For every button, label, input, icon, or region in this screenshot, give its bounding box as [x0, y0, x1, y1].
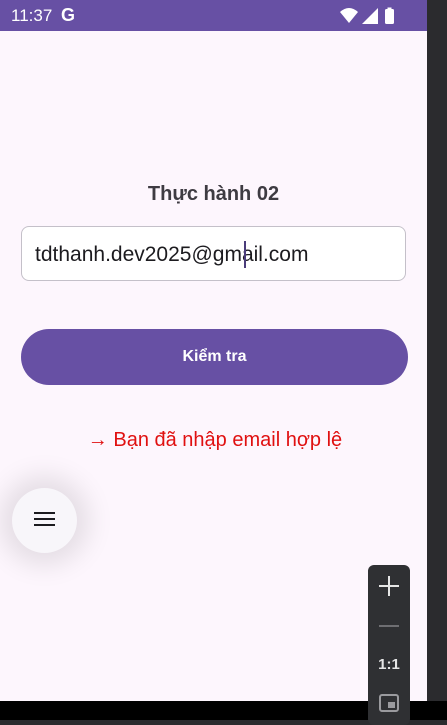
wifi-icon [340, 8, 358, 23]
page-title: Thực hành 02 [147, 183, 280, 205]
google-g-icon: G [61, 5, 76, 25]
validation-result-text: → Bạn đã nhập email hợp lệ [87, 429, 343, 451]
fit-screen-icon[interactable] [379, 694, 399, 714]
status-icons [340, 7, 394, 24]
emulator-gutter [427, 0, 447, 720]
text-cursor [244, 241, 246, 268]
plus-icon[interactable] [378, 575, 400, 597]
email-input[interactable]: tdthanh.dev2025@gmail.com [21, 226, 406, 281]
zoom-controls: 1:1 [368, 565, 410, 725]
minus-icon[interactable] [378, 615, 400, 637]
app-screen: 11:37 G Thực hành 02 tdthanh.dev2025@gma… [0, 0, 427, 701]
menu-icon [34, 512, 55, 526]
status-time: 11:37 [11, 6, 53, 25]
battery-icon [385, 9, 394, 24]
status-bar: 11:37 G [0, 0, 427, 31]
check-button[interactable]: Kiểm tra [21, 329, 408, 385]
menu-fab-button[interactable] [12, 488, 77, 553]
zoom-ratio-button[interactable]: 1:1 [368, 656, 410, 674]
email-input-value: tdthanh.dev2025@gmail.com [35, 243, 309, 266]
signal-icon [362, 8, 378, 24]
